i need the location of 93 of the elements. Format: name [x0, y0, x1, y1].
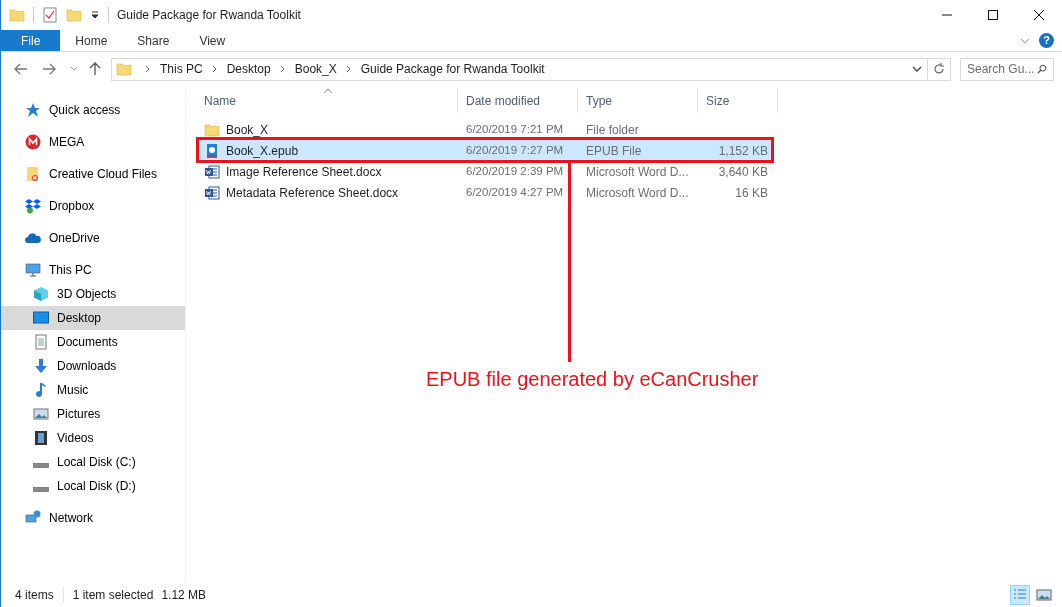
- column-header[interactable]: Size: [698, 88, 778, 113]
- type-cell-text: File folder: [585, 121, 640, 139]
- date-cell-text: 6/20/2019 7:27 PM: [465, 142, 565, 158]
- sidebar-item[interactable]: MEGA: [1, 130, 185, 154]
- new-folder-icon: [66, 7, 82, 23]
- back-arrow-icon[interactable]: [13, 61, 29, 77]
- folder-icon: [9, 7, 25, 23]
- sidebar-item[interactable]: Local Disk (C:): [1, 450, 185, 474]
- column-header[interactable]: Type: [578, 88, 698, 113]
- checklist-icon[interactable]: [42, 7, 58, 23]
- monitor-icon: [25, 262, 41, 278]
- annotation-label: EPUB file generated by eCanCrusher: [426, 367, 759, 392]
- sidebar-item[interactable]: OneDrive: [1, 226, 185, 250]
- folder-icon: [116, 61, 132, 77]
- up-arrow-icon[interactable]: [87, 61, 103, 77]
- type-cell-text: EPUB File: [585, 142, 643, 160]
- document-icon: [33, 334, 49, 350]
- sidebar-item[interactable]: Downloads: [1, 354, 185, 378]
- forward-arrow-icon[interactable]: [41, 61, 57, 77]
- refresh-icon[interactable]: [932, 62, 946, 76]
- ribbon-tab[interactable]: View: [184, 30, 241, 51]
- sidebar-item[interactable]: Quick access: [1, 98, 185, 122]
- cube-icon: [33, 286, 49, 302]
- sidebar-item[interactable]: Music: [1, 378, 185, 402]
- item-count: 4 items: [15, 587, 54, 604]
- search-input[interactable]: Search Gu...: [967, 60, 1037, 78]
- ribbon-tab[interactable]: Share: [122, 30, 185, 51]
- address-bar[interactable]: This PC Desktop Book_X Guide Package for Rwanda Toolkit: [111, 57, 951, 81]
- folder-icon: [25, 166, 41, 182]
- sidebar-item[interactable]: 3D Objects: [1, 282, 185, 306]
- column-header[interactable]: Name: [196, 88, 458, 113]
- down-arrow-icon: [33, 358, 49, 374]
- help-button[interactable]: ?: [1039, 33, 1054, 48]
- size-cell-text: 1,152 KB: [717, 142, 769, 160]
- file-name: Metadata Reference Sheet.docx: [226, 184, 399, 202]
- breadcrumb-item[interactable]: Guide Package for Rwanda Toolkit: [360, 60, 545, 78]
- chevron-right-icon[interactable]: [144, 65, 152, 73]
- sidebar-item[interactable]: Local Disk (D:): [1, 474, 185, 498]
- drive-icon: [33, 462, 49, 468]
- picture-icon: [33, 406, 49, 422]
- dropdown-caret-icon[interactable]: [90, 10, 100, 20]
- selection-size: 1.12 MB: [161, 587, 207, 604]
- sidebar-item[interactable]: Creative Cloud Files: [1, 162, 185, 186]
- size-cell-text: 3,640 KB: [717, 163, 769, 181]
- file-row[interactable]: Metadata Reference Sheet.docx 6/20/2019 4:27 PM Microsoft Word D... 16 KB: [196, 182, 772, 203]
- date-cell-text: 6/20/2019 2:39 PM: [465, 163, 565, 179]
- type-cell-text: Microsoft Word D...: [585, 184, 690, 202]
- file-row[interactable]: Book_X 6/20/2019 7:21 PM File folder: [196, 119, 772, 140]
- sidebar-item[interactable]: Pictures: [1, 402, 185, 426]
- column-header[interactable]: Date modified: [458, 88, 578, 113]
- music-note-icon: [33, 382, 49, 398]
- word-document-icon: [204, 184, 220, 201]
- cloud-icon: [25, 230, 41, 246]
- word-document-icon: [204, 163, 220, 180]
- network-icon: [25, 510, 41, 526]
- star-icon: [25, 102, 41, 118]
- sidebar-item[interactable]: This PC: [1, 258, 185, 282]
- chevron-right-icon[interactable]: [210, 65, 219, 73]
- breadcrumb-item[interactable]: Book_X: [294, 60, 337, 78]
- sidebar-item[interactable]: Dropbox: [1, 194, 185, 218]
- date-cell-text: 6/20/2019 4:27 PM: [465, 184, 565, 200]
- file-name: Book_X.epub: [226, 142, 299, 160]
- window-title: Guide Package for Rwanda Toolkit: [117, 7, 301, 24]
- drive-icon: [33, 486, 49, 492]
- size-cell-text: 16 KB: [734, 184, 769, 202]
- sidebar-item[interactable]: Desktop: [1, 306, 185, 330]
- search-icon: [1037, 63, 1047, 75]
- search-field[interactable]: Search Gu...: [960, 57, 1054, 81]
- sidebar-item[interactable]: Videos: [1, 426, 185, 450]
- date-cell-text: 6/20/2019 7:21 PM: [465, 121, 565, 137]
- selection-count: 1 item selected: [72, 587, 154, 604]
- file-name: Book_X: [226, 121, 269, 139]
- sort-caret-icon: [324, 88, 332, 94]
- file-row[interactable]: Image Reference Sheet.docx 6/20/2019 2:39 PM Microsoft Word D... 3,640 KB: [196, 161, 772, 182]
- chevron-right-icon[interactable]: [344, 65, 353, 73]
- close-icon: [1034, 10, 1044, 20]
- maximize-icon: [988, 10, 998, 20]
- breadcrumb-item[interactable]: This PC: [160, 60, 203, 78]
- ebook-file-icon: [204, 142, 220, 159]
- breadcrumb-item[interactable]: Desktop: [226, 60, 271, 78]
- file-name: Image Reference Sheet.docx: [226, 163, 382, 181]
- picture-icon: [1036, 587, 1052, 603]
- type-cell-text: Microsoft Word D...: [585, 163, 690, 181]
- film-icon: [33, 430, 49, 446]
- sidebar-item[interactable]: Network: [1, 506, 185, 530]
- chevron-right-icon[interactable]: [278, 65, 287, 73]
- file-row[interactable]: Book_X.epub 6/20/2019 7:27 PM EPUB File 1,152 KB: [196, 140, 772, 161]
- dropbox-icon: [25, 198, 41, 214]
- m-logo-icon: [25, 134, 41, 150]
- folder-icon: [204, 121, 220, 138]
- sidebar-item[interactable]: Documents: [1, 330, 185, 354]
- ribbon-tab[interactable]: Home: [60, 30, 123, 51]
- desktop-icon: [33, 310, 49, 326]
